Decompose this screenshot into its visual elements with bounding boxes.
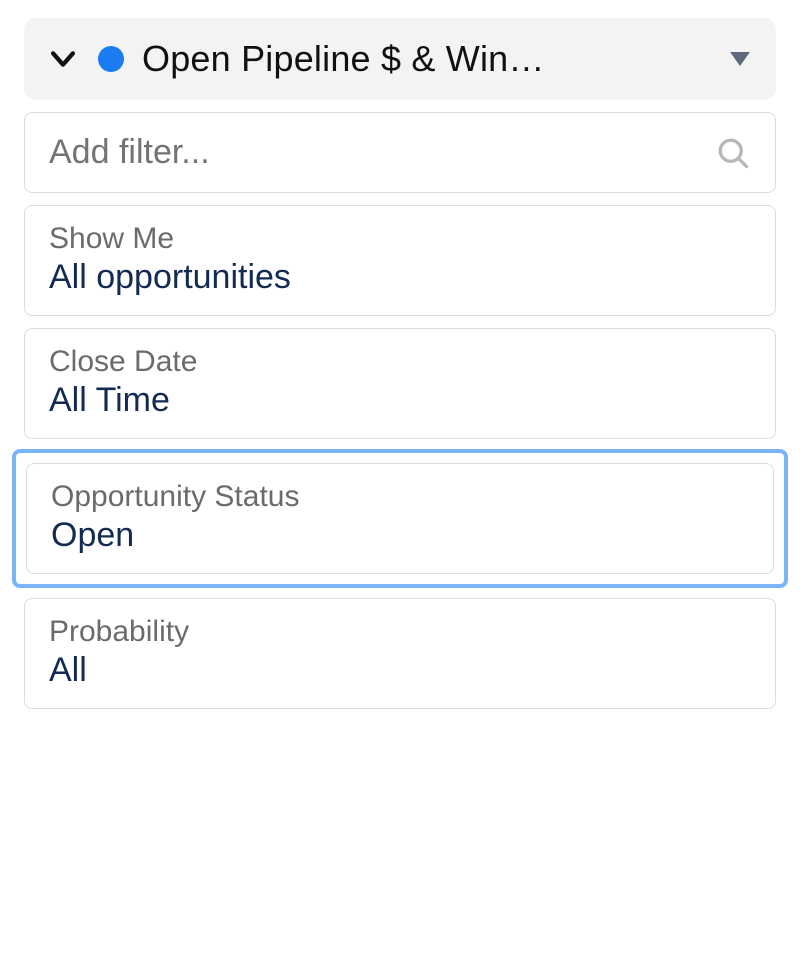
filter-value: Open xyxy=(51,516,749,555)
filter-label: Close Date xyxy=(49,345,751,379)
filter-label: Probability xyxy=(49,615,751,649)
filter-value: All Time xyxy=(49,381,751,420)
filter-opportunity-status[interactable]: Opportunity Status Open xyxy=(26,463,774,574)
report-title: Open Pipeline $ & Win… xyxy=(142,38,706,80)
filter-value: All xyxy=(49,651,751,690)
filters-panel: Open Pipeline $ & Win… Show Me All oppor… xyxy=(24,18,776,709)
filter-label: Show Me xyxy=(49,222,751,256)
add-filter-input[interactable] xyxy=(49,133,715,172)
chevron-down-icon xyxy=(46,42,80,76)
caret-down-icon xyxy=(730,52,750,66)
filter-probability[interactable]: Probability All xyxy=(24,598,776,709)
report-header-selector[interactable]: Open Pipeline $ & Win… xyxy=(24,18,776,100)
filter-value: All opportunities xyxy=(49,258,751,297)
status-dot-icon xyxy=(98,46,124,72)
add-filter-row[interactable] xyxy=(24,112,776,193)
filter-selected-highlight: Opportunity Status Open xyxy=(12,449,788,588)
filter-show-me[interactable]: Show Me All opportunities xyxy=(24,205,776,316)
filter-label: Opportunity Status xyxy=(51,480,749,514)
filter-close-date[interactable]: Close Date All Time xyxy=(24,328,776,439)
search-icon xyxy=(715,135,751,171)
